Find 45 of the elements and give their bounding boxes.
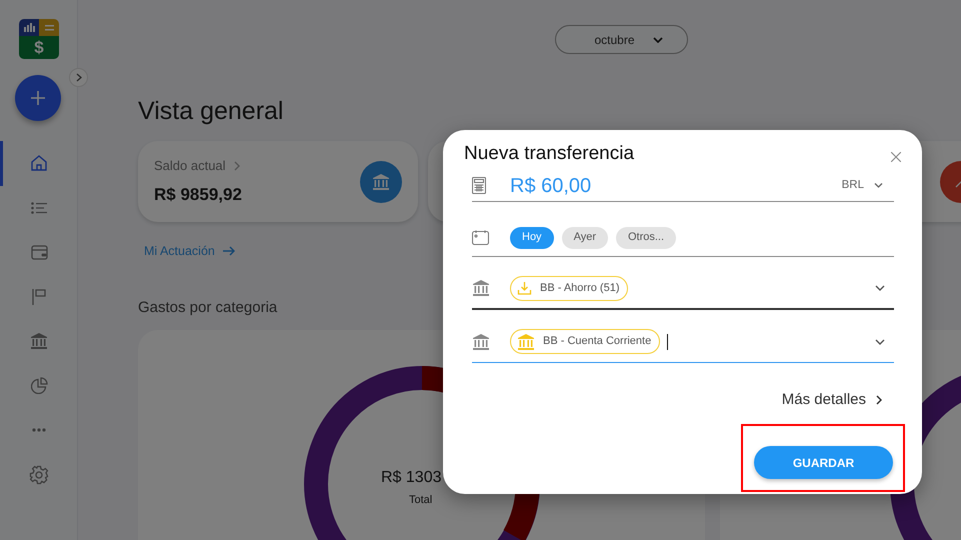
expand-sidebar-button[interactable] (69, 68, 88, 87)
bank-icon (472, 332, 490, 350)
chevron-icon (234, 160, 240, 171)
caret-icon (652, 36, 663, 42)
text-cursor (667, 334, 668, 350)
bank-icon (30, 332, 48, 350)
dialog-title: Nueva transferencia (464, 142, 636, 166)
home-icon (30, 154, 48, 172)
amount-field: R$ 60,00 (510, 170, 836, 200)
total-label: Total (409, 492, 432, 508)
chevron-icon (876, 395, 882, 406)
account-chip[interactable]: BB - Ahorro (51) (510, 276, 628, 300)
settings-icon (29, 464, 49, 485)
list-icon (31, 202, 47, 214)
currency-dropdown[interactable]: BRL (836, 176, 889, 196)
flag-icon (32, 288, 46, 306)
dropdown-icon (874, 285, 886, 291)
caret-icon (874, 183, 883, 188)
bank-icon (472, 279, 490, 297)
more-icon (32, 428, 46, 432)
card-label: Saldo actual (154, 157, 226, 175)
bank-icon (517, 332, 535, 350)
date-chip[interactable]: Otros... (616, 226, 676, 248)
pie-chart-icon (30, 377, 48, 394)
section-title: Gastos por categoria (138, 298, 278, 318)
app-logo: $ (19, 19, 59, 59)
plus-icon (31, 91, 45, 105)
date-chip[interactable]: Hoy (510, 226, 554, 248)
arrow-icon (222, 246, 235, 256)
month-dropdown[interactable]: octubre (555, 25, 688, 54)
total-amount: R$ 1303 (381, 468, 442, 488)
add-button[interactable] (15, 75, 61, 121)
dropdown-icon (874, 338, 886, 344)
balance-amount: R$ 9859,92 (154, 184, 242, 206)
calendar-icon (472, 230, 489, 245)
save-button[interactable]: GUARDAR (754, 446, 893, 479)
download-icon (517, 280, 532, 296)
wallet-icon (30, 244, 48, 260)
date-chip[interactable]: Ayer (562, 226, 608, 248)
chevron-icon (76, 73, 82, 82)
card-icon (360, 160, 402, 202)
calculator-icon (472, 177, 486, 194)
more-details-link[interactable]: Más detalles (472, 389, 882, 412)
page-title: Vista general (138, 96, 284, 126)
account-chip[interactable]: BB - Cuenta Corriente (510, 329, 660, 354)
